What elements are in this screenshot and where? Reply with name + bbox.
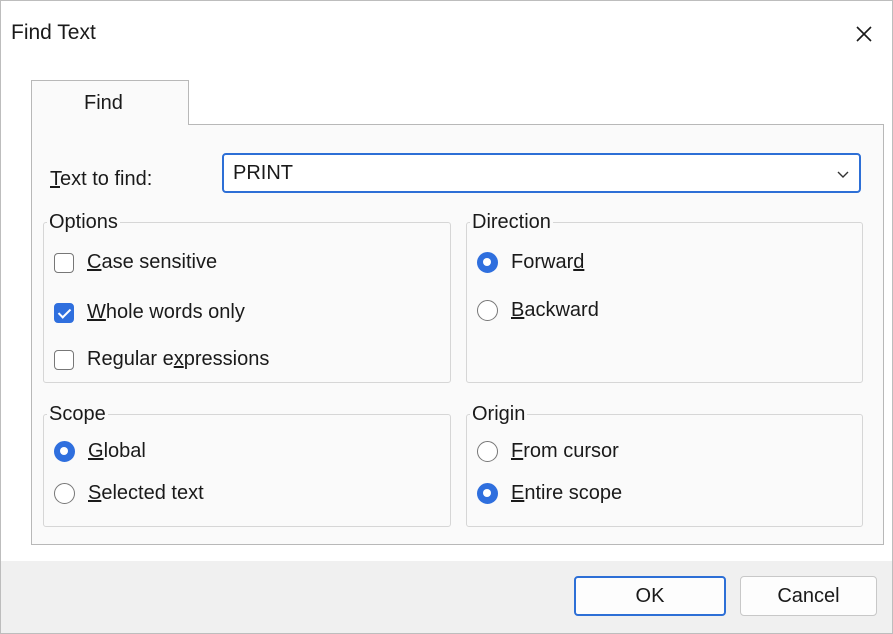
close-button[interactable] bbox=[836, 1, 892, 67]
text-to-find-input[interactable] bbox=[233, 160, 803, 186]
selected-text-label: Selected text bbox=[88, 482, 204, 504]
tab-find[interactable]: Find bbox=[31, 80, 189, 125]
regex-checkbox[interactable]: Regular expressions bbox=[54, 348, 269, 371]
window-title: Find Text bbox=[11, 21, 96, 44]
regex-label: Regular expressions bbox=[87, 348, 270, 370]
whole-words-box[interactable] bbox=[54, 302, 74, 323]
forward-radio[interactable]: Forward bbox=[477, 251, 584, 274]
scope-group: Scope Global Selected text bbox=[43, 403, 451, 527]
options-group-title: Options bbox=[47, 211, 120, 234]
whole-words-label: Whole words only bbox=[87, 301, 245, 323]
case-sensitive-label: Case sensitive bbox=[87, 251, 218, 273]
forward-radio-button[interactable] bbox=[477, 252, 498, 273]
global-label: Global bbox=[88, 440, 146, 462]
cancel-button[interactable]: Cancel bbox=[740, 576, 877, 616]
text-to-find-combobox[interactable] bbox=[222, 153, 861, 193]
origin-group: Origin From cursor Entire scope bbox=[466, 403, 863, 527]
entire-scope-radio[interactable]: Entire scope bbox=[477, 482, 622, 505]
chevron-down-icon[interactable] bbox=[835, 166, 851, 182]
from-cursor-radio-button[interactable] bbox=[477, 441, 498, 462]
regex-box[interactable] bbox=[54, 349, 74, 370]
scope-group-title: Scope bbox=[47, 403, 108, 426]
button-bar: OK Cancel bbox=[1, 561, 892, 633]
options-group: Options Case sensitive Whole words only … bbox=[43, 211, 451, 383]
selected-text-radio[interactable]: Selected text bbox=[54, 482, 204, 505]
title-bar: Find Text bbox=[1, 1, 892, 67]
case-sensitive-box[interactable] bbox=[54, 252, 74, 273]
entire-scope-radio-button[interactable] bbox=[477, 483, 498, 504]
from-cursor-label: From cursor bbox=[511, 440, 619, 462]
origin-group-title: Origin bbox=[470, 403, 528, 426]
backward-label: Backward bbox=[511, 299, 599, 321]
dialog-body: Find Text to find: Options Case sensitiv… bbox=[1, 67, 892, 561]
direction-group: Direction Forward Backward bbox=[466, 211, 863, 383]
entire-scope-label: Entire scope bbox=[511, 482, 623, 504]
global-radio-button[interactable] bbox=[54, 441, 75, 462]
tab-find-label: Find bbox=[84, 92, 123, 114]
backward-radio-button[interactable] bbox=[477, 300, 498, 321]
direction-group-title: Direction bbox=[470, 211, 553, 234]
forward-label: Forward bbox=[511, 251, 585, 273]
whole-words-checkbox[interactable]: Whole words only bbox=[54, 301, 245, 324]
find-tab-page: Text to find: Options Case sensitive Who… bbox=[31, 124, 884, 545]
global-radio[interactable]: Global bbox=[54, 440, 146, 463]
selected-text-radio-button[interactable] bbox=[54, 483, 75, 504]
backward-radio[interactable]: Backward bbox=[477, 299, 599, 322]
text-to-find-label: Text to find: bbox=[50, 168, 153, 190]
ok-button[interactable]: OK bbox=[574, 576, 726, 616]
from-cursor-radio[interactable]: From cursor bbox=[477, 440, 619, 463]
case-sensitive-checkbox[interactable]: Case sensitive bbox=[54, 251, 217, 274]
close-icon bbox=[856, 26, 872, 42]
find-text-dialog: Find Text Find Text to find: Options bbox=[0, 0, 893, 634]
